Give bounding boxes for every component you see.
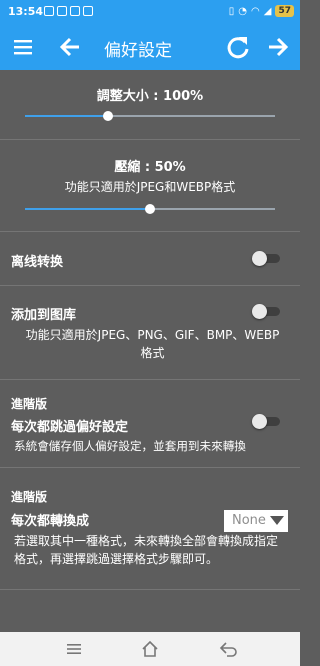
slider-thumb[interactable] [145, 204, 155, 214]
convert-every-time-label: 每次都轉換成 [11, 514, 90, 529]
premium-tag: 進階版 [11, 397, 48, 411]
home-icon[interactable] [140, 640, 160, 658]
system-nav-bar [0, 632, 300, 666]
battery-icon: 57 [275, 5, 294, 17]
app-bar: 偏好設定 [0, 24, 300, 70]
chevron-down-icon [270, 516, 284, 525]
skip-preferences-note: 系統會儲存個人偏好設定，並套用到未來轉換 [14, 439, 246, 453]
offline-label: 离线转换 [11, 255, 64, 270]
refresh-icon[interactable] [224, 33, 252, 61]
add-to-gallery-section[interactable]: 添加到图库 功能只適用於JPEG、PNG、GIF、BMP、WEBP格式 [0, 286, 300, 380]
menu-icon[interactable] [10, 33, 38, 61]
premium-tag: 進階版 [11, 490, 48, 504]
back-icon[interactable] [218, 640, 238, 658]
offline-toggle[interactable] [252, 251, 282, 266]
resize-section: 調整大小 : 100% [0, 70, 300, 140]
format-select-value: None [232, 513, 266, 528]
back-arrow-icon[interactable] [56, 33, 84, 61]
vibrate-icon: ▯ [228, 5, 235, 17]
skip-preferences-toggle[interactable] [252, 414, 282, 429]
convert-every-time-section: 進階版 每次都轉換成 None 若選取其中一種格式，未來轉換全部會轉換成指定格式… [0, 468, 300, 590]
notification-icons [44, 6, 93, 16]
recent-apps-icon[interactable] [64, 640, 84, 658]
toggle-knob [252, 251, 267, 266]
add-to-gallery-toggle[interactable] [252, 304, 282, 319]
toggle-knob [252, 414, 267, 429]
slider-fill [25, 208, 150, 210]
status-time: 13:54 [8, 5, 44, 18]
format-select[interactable]: None [224, 510, 288, 532]
notification-icon [70, 6, 80, 16]
alarm-icon: ◔ [238, 5, 248, 17]
notification-icon [83, 6, 93, 16]
skip-preferences-label: 每次都跳過偏好設定 [11, 420, 129, 435]
compress-section: 壓縮 : 50% 功能只適用於JPEG和WEBP格式 [0, 140, 300, 232]
wifi-icon: ◠ [251, 5, 260, 17]
slider-fill [25, 115, 108, 117]
resize-slider[interactable] [25, 108, 275, 124]
page-title: 偏好設定 [104, 41, 172, 61]
slider-thumb[interactable] [102, 111, 113, 121]
status-bar: 13:54 ▯ ◔ ◠ ◢ 57 [0, 0, 300, 24]
notification-icon [57, 6, 67, 16]
toggle-knob [252, 304, 267, 319]
add-to-gallery-note: 功能只適用於JPEG、PNG、GIF、BMP、WEBP格式 [25, 328, 280, 360]
compress-label: 壓縮 : 50% [114, 160, 186, 175]
notification-icon [44, 6, 54, 16]
convert-every-time-note: 若選取其中一種格式，未來轉換全部會轉換成指定格式，再選擇跳過選擇格式步驟即可。 [14, 534, 279, 566]
skip-preferences-section[interactable]: 進階版 每次都跳過偏好設定 系統會儲存個人偏好設定，並套用到未來轉換 [0, 380, 300, 468]
offline-section[interactable]: 离线转换 [0, 232, 300, 286]
compress-note: 功能只適用於JPEG和WEBP格式 [64, 180, 236, 194]
add-to-gallery-label: 添加到图库 [11, 308, 77, 323]
compress-slider[interactable] [25, 201, 275, 217]
signal-icon: ◢ [263, 5, 272, 17]
system-icons: ▯ ◔ ◠ ◢ 57 [229, 5, 294, 17]
resize-label: 調整大小 : 100% [96, 89, 204, 104]
forward-arrow-icon[interactable] [264, 33, 292, 61]
